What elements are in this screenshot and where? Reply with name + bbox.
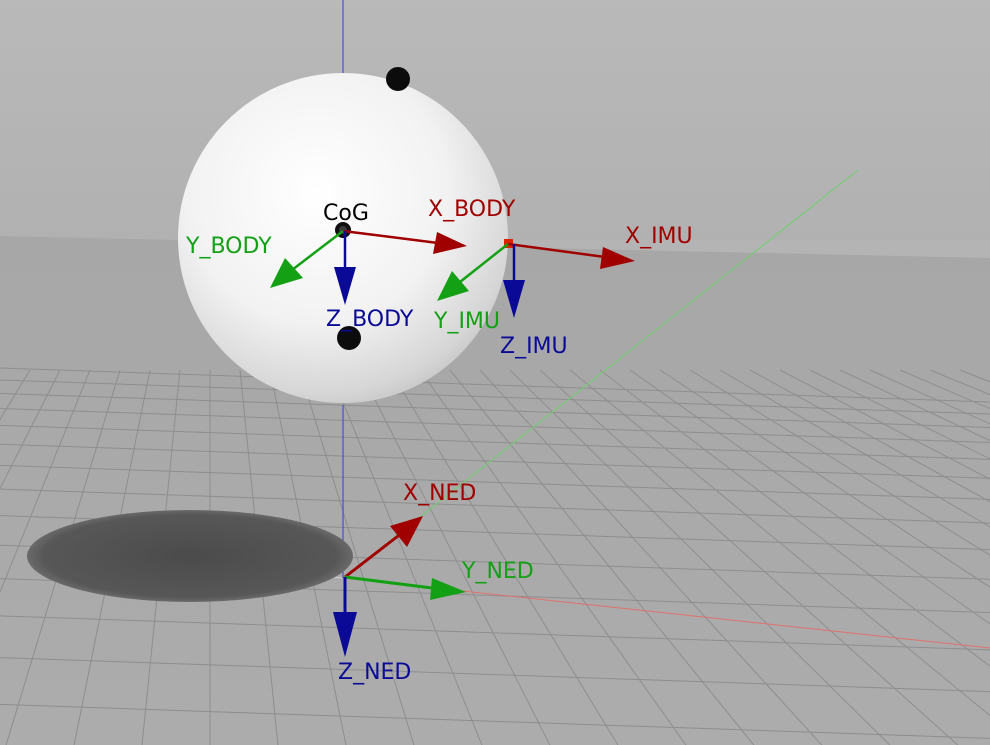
x-body-label: X_BODY (428, 197, 516, 222)
y-ned-label: Y_NED (461, 559, 534, 584)
x-ned-label: X_NED (403, 481, 476, 506)
y-imu-label: Y_IMU (433, 309, 500, 334)
coordinate-frames-scene: CoG X_BODY Y_BODY Z_BODY X_IMU Y_IMU Z_I… (0, 0, 990, 745)
cog-label: CoG (323, 201, 369, 226)
z-ned-label: Z_NED (338, 660, 411, 685)
sphere-shadow (27, 510, 353, 602)
x-imu-label: X_IMU (625, 224, 693, 249)
z-imu-label: Z_IMU (500, 334, 568, 359)
y-body-label: Y_BODY (185, 234, 272, 259)
z-body-label: Z_BODY (326, 307, 414, 332)
top-marker (386, 67, 410, 91)
